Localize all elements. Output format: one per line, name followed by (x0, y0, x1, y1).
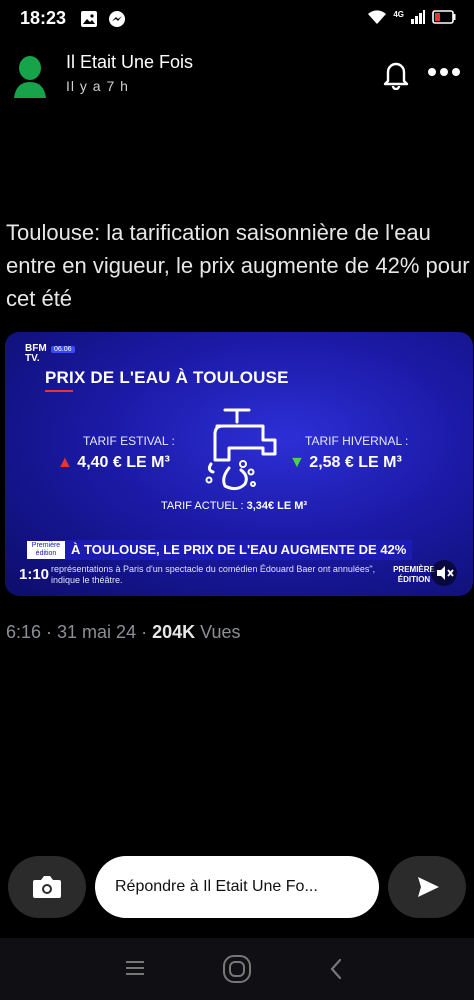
arrow-down-icon: ▼ (289, 454, 305, 471)
messenger-icon (108, 10, 126, 28)
water-tap-icon (197, 400, 277, 492)
tarif-hivernal-label: TARIF HIVERNAL : (305, 434, 409, 448)
camera-button[interactable] (8, 856, 86, 918)
recents-icon[interactable] (124, 958, 146, 978)
story-header: Il Etait Une Fois Il y a 7 h (0, 48, 474, 104)
tweet-date: 6:16 · 31 mai 24 · (6, 622, 153, 642)
signal-icon (410, 9, 426, 25)
tweet-card[interactable]: Toulouse: la tarification saisonnière de… (0, 214, 474, 646)
headline-underline (45, 390, 73, 392)
tarif-estival-value: ▲ 4,40 € LE M³ (57, 454, 170, 472)
date-tag: 06.06 (51, 346, 75, 353)
tarif-estival-amount: 4,40 € LE M³ (77, 454, 170, 471)
camera-icon (33, 876, 61, 898)
post-time: Il y a 7 h (66, 78, 129, 94)
video-player[interactable]: BFM TV. 06.06 PRIX DE L'EAU À TOULOUSE T… (5, 332, 473, 596)
more-icon[interactable] (426, 66, 462, 78)
channel-logo: BFM TV. (25, 343, 47, 364)
tarif-actuel: TARIF ACTUEL : 3,34€ LE M³ (161, 500, 307, 512)
tarif-hivernal-value: ▼ 2,58 € LE M³ (289, 454, 402, 472)
reply-input[interactable]: Répondre à Il Etait Une Fo... (95, 856, 379, 918)
author-name[interactable]: Il Etait Une Fois (66, 52, 193, 73)
tweet-meta: 6:16 · 31 mai 24 · 204K Vues (6, 622, 240, 643)
news-ticker: représentations à Paris d'un spectacle d… (51, 564, 376, 585)
arrow-up-icon: ▲ (57, 454, 73, 471)
views-label: Vues (195, 622, 241, 642)
wifi-icon (367, 9, 387, 25)
news-banner: Première édition À TOULOUSE, LE PRIX DE … (27, 540, 413, 560)
status-time: 18:23 (20, 8, 67, 28)
mute-icon (437, 566, 454, 580)
banner-tag: Première édition (27, 541, 65, 559)
bell-icon[interactable] (380, 58, 412, 90)
status-bar: 18:23 4G (0, 0, 474, 38)
tarif-actuel-label: TARIF ACTUEL : (161, 500, 247, 512)
navigation-bar (0, 938, 474, 1000)
mute-button[interactable] (431, 560, 457, 586)
network-type: 4G (393, 9, 404, 19)
elapsed-time: 1:10 (19, 566, 50, 583)
tweet-text: Toulouse: la tarification saisonnière de… (6, 220, 470, 311)
home-icon[interactable] (222, 954, 252, 984)
send-icon (418, 877, 439, 897)
views-count: 204K (152, 622, 196, 642)
tarif-estival-label: TARIF ESTIVAL : (83, 434, 175, 448)
send-button[interactable] (388, 856, 466, 918)
avatar-icon[interactable] (12, 54, 48, 98)
tarif-actuel-value: 3,34€ LE M³ (246, 500, 308, 512)
edition-label: PREMIÈRE ÉDITION (393, 565, 435, 584)
banner-text: À TOULOUSE, LE PRIX DE L'EAU AUGMENTE DE… (65, 540, 413, 560)
video-headline: PRIX DE L'EAU À TOULOUSE (45, 368, 289, 387)
back-icon[interactable] (328, 958, 344, 980)
battery-icon (432, 10, 456, 24)
image-icon (80, 10, 98, 28)
tarif-hivernal-amount: 2,58 € LE M³ (309, 454, 402, 471)
